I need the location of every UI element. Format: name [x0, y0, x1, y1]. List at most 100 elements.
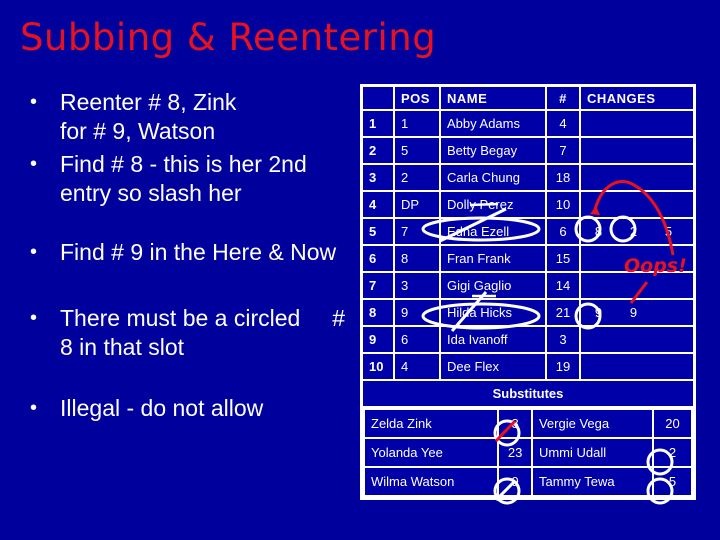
player-name-cell: Gigi Gaglio	[439, 271, 547, 300]
bullet-text: There must be a circled # 8 in that slot	[60, 305, 346, 360]
changes-cell	[579, 163, 696, 192]
player-name-cell: Abby Adams	[439, 109, 547, 138]
position-cell: 1	[393, 109, 441, 138]
slot-cell: 6	[360, 244, 395, 273]
substitute-row: Zelda Zink 8 Vergie Vega 20	[362, 408, 694, 439]
sub-name-right: Vergie Vega	[530, 408, 654, 439]
substitute-row: Wilma Watson 9 Tammy Tewa 5	[362, 466, 694, 497]
substitutes-title: Substitutes	[360, 379, 696, 408]
slot-cell: 5	[360, 217, 395, 246]
sub-name-left: Wilma Watson	[362, 466, 500, 497]
jersey-number-cell: 21	[545, 298, 581, 327]
bullet-text: Reenter # 8, Zink for # 9, Watson	[60, 89, 237, 144]
sub-number-right: 5	[651, 466, 694, 497]
substitutes-table: Zelda Zink 8 Vergie Vega 20 Yolanda Yee 23 Umm…	[362, 408, 694, 497]
position-cell: 2	[393, 163, 441, 192]
sub-number-left: 23	[497, 437, 533, 468]
table-row: 4 DP Dolly Perez 10	[360, 190, 696, 219]
changes-cell: 8 2 5	[579, 217, 696, 246]
table-row: 5 7 Edna Ezell 6 8 2 5	[360, 217, 696, 246]
bullet-dot-icon: •	[30, 397, 38, 419]
change-entry: 9	[594, 305, 603, 320]
player-name-cell: Ida Ivanoff	[439, 325, 547, 354]
player-name-cell: Dee Flex	[439, 352, 547, 381]
bullet-item: • Illegal - do not allow	[30, 394, 263, 423]
jersey-number-cell: 15	[545, 244, 581, 273]
slot-cell: 1	[360, 109, 395, 138]
position-cell: 9	[393, 298, 441, 327]
jersey-number-cell: 4	[545, 109, 581, 138]
changes-cell	[579, 325, 696, 354]
bullet-dot-icon: •	[30, 91, 38, 113]
lineup-table: POS NAME # CHANGES 1 1 Abby Adams 4 2 5 Betty …	[360, 84, 696, 500]
slot-cell: 9	[360, 325, 395, 354]
player-name-cell: Hilda Hicks	[439, 298, 547, 327]
substitute-row: Yolanda Yee 23 Ummi Udall 2	[362, 437, 694, 468]
header-changes: CHANGES	[579, 84, 696, 111]
jersey-number-cell: 14	[545, 271, 581, 300]
change-entry: 5	[664, 224, 673, 239]
header-slot	[360, 84, 395, 111]
changes-cell: 99	[579, 298, 696, 327]
change-entry: 9	[629, 305, 638, 320]
sub-name-left: Zelda Zink	[362, 408, 500, 439]
position-cell: 6	[393, 325, 441, 354]
slot-cell: 10	[360, 352, 395, 381]
position-cell: 7	[393, 217, 441, 246]
changes-cell	[579, 190, 696, 219]
position-cell: 4	[393, 352, 441, 381]
jersey-number-cell: 3	[545, 325, 581, 354]
player-name-cell: Fran Frank	[439, 244, 547, 273]
bullet-list: • Reenter # 8, Zink for # 9, Watson • Fi…	[0, 0, 360, 540]
bullet-text: Illegal - do not allow	[60, 395, 264, 421]
sub-name-left: Yolanda Yee	[362, 437, 500, 468]
change-entry: 8	[594, 224, 603, 239]
slot-cell: 4	[360, 190, 395, 219]
sub-number-left: 8	[497, 408, 533, 439]
sub-name-right: Ummi Udall	[530, 437, 654, 468]
slot-cell: 3	[360, 163, 395, 192]
sub-number-right: 20	[651, 408, 694, 439]
bullet-dot-icon: •	[30, 153, 38, 175]
change-entry: 2	[629, 224, 638, 239]
slot-cell: 2	[360, 136, 395, 165]
table-row: 1 1 Abby Adams 4	[360, 109, 696, 138]
jersey-number-cell: 10	[545, 190, 581, 219]
bullet-item: • Find # 9 in the Here & Now	[30, 238, 336, 267]
player-name-cell: Betty Begay	[439, 136, 547, 165]
bullet-item: • Find # 8 - this is her 2nd entry so sl…	[30, 150, 307, 208]
jersey-number-cell: 6	[545, 217, 581, 246]
header-number: #	[545, 84, 581, 111]
bullet-text: Find # 9 in the Here & Now	[60, 239, 337, 265]
changes-cell	[579, 271, 696, 300]
table-row: 9 6 Ida Ivanoff 3	[360, 325, 696, 354]
sub-number-left: 9	[497, 466, 533, 497]
position-cell: 3	[393, 271, 441, 300]
header-name: NAME	[439, 84, 547, 111]
header-pos: POS	[393, 84, 441, 111]
table-row: 7 3 Gigi Gaglio 14	[360, 271, 696, 300]
changes-cell	[579, 109, 696, 138]
table-row: 3 2 Carla Chung 18	[360, 163, 696, 192]
table-row: 10 4 Dee Flex 19	[360, 352, 696, 381]
bullet-item: • There must be a circled # 8 in that sl…	[30, 304, 345, 362]
player-name-cell: Edna Ezell	[439, 217, 547, 246]
bullet-text: Find # 8 - this is her 2nd entry so slas…	[60, 151, 307, 206]
position-cell: 8	[393, 244, 441, 273]
position-cell: DP	[393, 190, 441, 219]
player-name-cell: Carla Chung	[439, 163, 547, 192]
sub-name-right: Tammy Tewa	[530, 466, 654, 497]
slot-cell: 8	[360, 298, 395, 327]
table-row: 8 9 Hilda Hicks 21 9 9	[360, 298, 696, 327]
table-row: 2 5 Betty Begay 7	[360, 136, 696, 165]
bullet-dot-icon: •	[30, 241, 38, 263]
player-name-cell: Dolly Perez	[439, 190, 547, 219]
changes-cell	[579, 244, 696, 273]
position-cell: 5	[393, 136, 441, 165]
substitutes-header-row: Substitutes	[360, 379, 696, 408]
jersey-number-cell: 7	[545, 136, 581, 165]
slot-cell: 7	[360, 271, 395, 300]
table-header-row: POS NAME # CHANGES	[360, 84, 696, 111]
jersey-number-cell: 18	[545, 163, 581, 192]
jersey-number-cell: 19	[545, 352, 581, 381]
